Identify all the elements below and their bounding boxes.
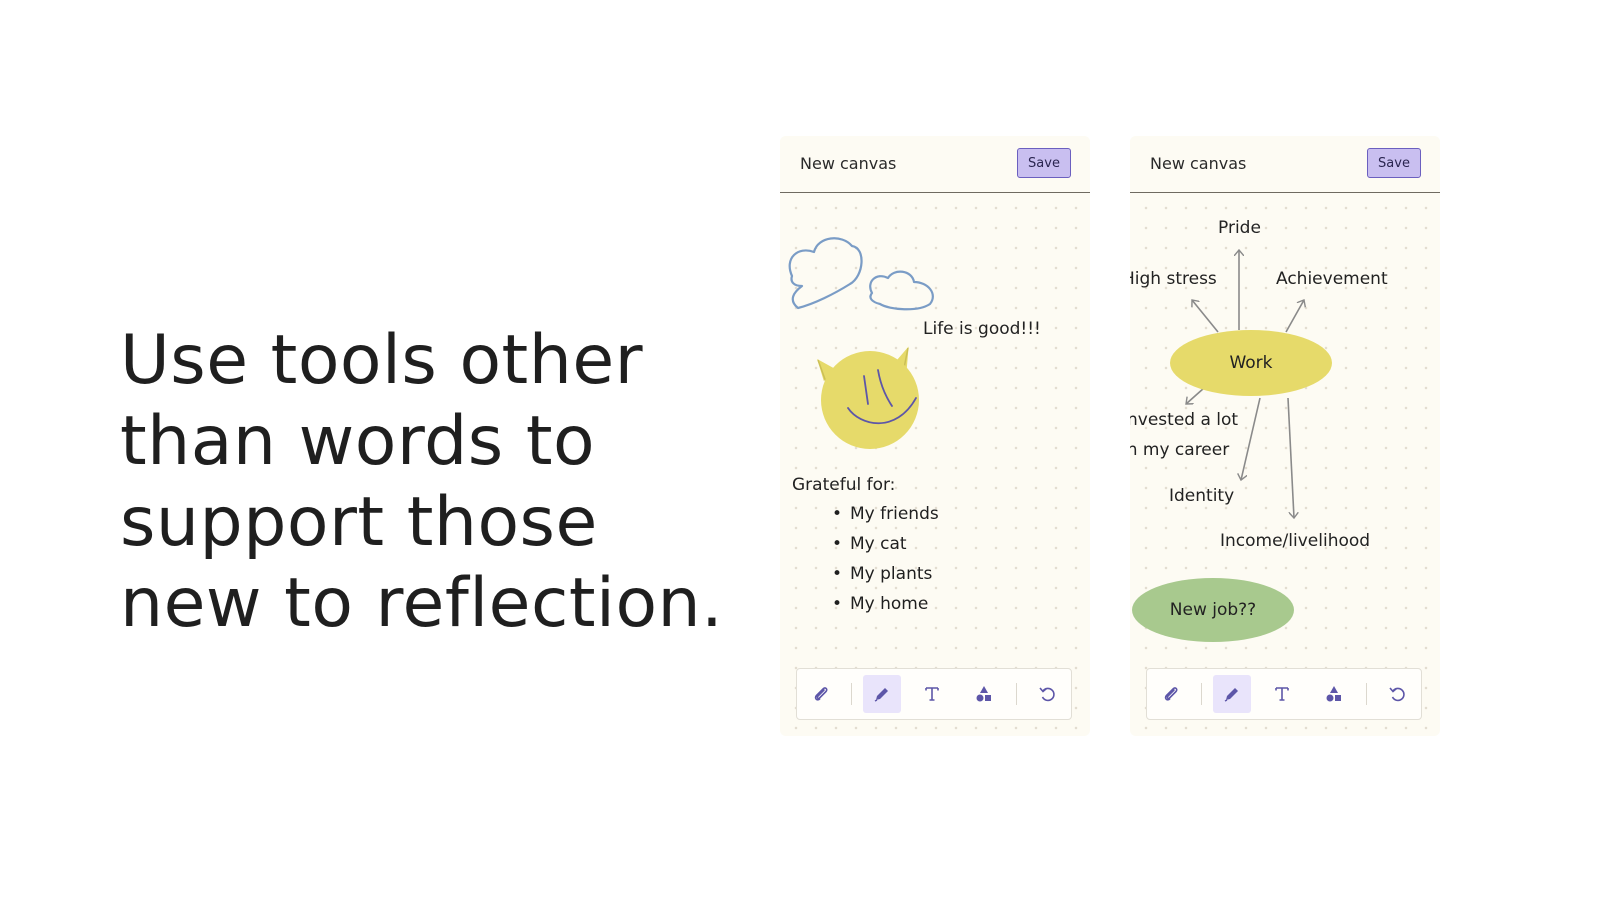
cloud-doodle-small [869,270,934,311]
gratitude-list[interactable]: My friends My cat My plants My home [824,499,939,619]
node-identity[interactable]: Identity [1169,486,1234,506]
headline-line: support those [120,483,598,562]
headline-line: than words to [120,402,596,481]
arrow-to-identity [1241,397,1261,480]
headline-line: Use tools other [120,321,644,400]
node-invested-line2[interactable]: in my career [1130,435,1229,465]
toolbar-divider [851,683,852,705]
pen-icon[interactable] [863,675,901,713]
canvas-toolbar [796,668,1072,720]
note-text[interactable]: Life is good!!! [923,319,1041,339]
shapes-icon[interactable] [965,675,1003,713]
node-achievement[interactable]: Achievement [1276,269,1388,289]
cloud-doodle-large [788,237,863,310]
paperclip-icon[interactable] [1152,675,1190,713]
node-pride[interactable]: Pride [1218,218,1261,238]
center-node-work[interactable]: Work [1170,330,1332,396]
undo-icon[interactable] [1378,675,1416,713]
node-high-stress[interactable]: High stress [1130,269,1217,289]
canvas-toolbar [1146,668,1422,720]
bubble-new-job[interactable]: New job?? [1132,578,1294,642]
paperclip-icon[interactable] [802,675,840,713]
arrow-to-high-stress [1192,300,1219,333]
headline: Use tools other than words to support th… [120,320,724,644]
text-icon[interactable] [913,675,951,713]
shapes-icon[interactable] [1315,675,1353,713]
list-item: My cat [824,529,939,559]
smiley-face-doodle [821,351,919,449]
toolbar-divider [1201,683,1202,705]
pen-icon[interactable] [1213,675,1251,713]
undo-icon[interactable] [1028,675,1066,713]
canvas-screen-mindmap: New canvas Save Work Pride High stress A… [1130,136,1440,736]
text-icon[interactable] [1263,675,1301,713]
node-invested-line1[interactable]: Invested a lot [1130,405,1238,435]
arrow-to-income [1287,397,1294,518]
arrow-to-achievement [1285,300,1304,333]
list-item: My plants [824,559,939,589]
canvas-screen-gratitude: New canvas Save Life is good!!! Grateful… [780,136,1090,736]
list-item: My home [824,589,939,619]
list-item: My friends [824,499,939,529]
list-heading[interactable]: Grateful for: [792,475,895,495]
headline-line: new to reflection. [120,564,724,643]
toolbar-divider [1016,683,1017,705]
toolbar-divider [1366,683,1367,705]
arrow-to-invested [1186,387,1205,404]
node-income[interactable]: Income/livelihood [1220,531,1370,551]
